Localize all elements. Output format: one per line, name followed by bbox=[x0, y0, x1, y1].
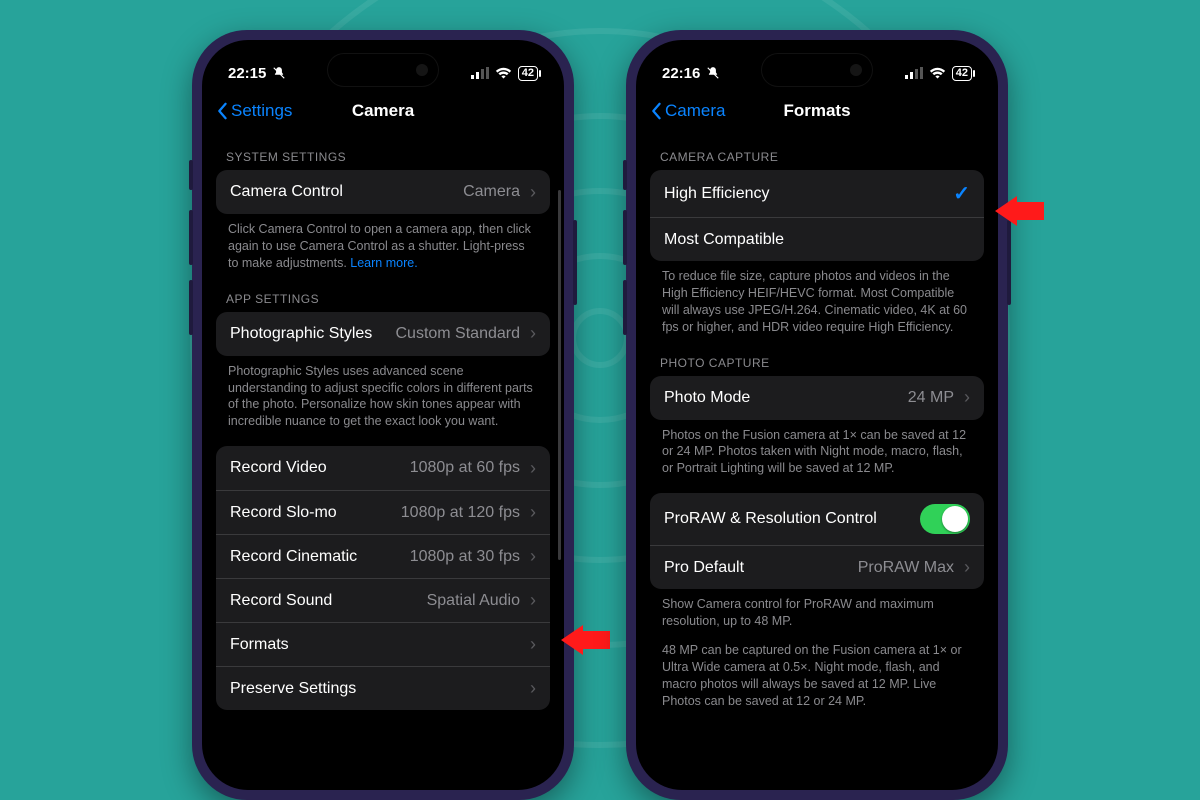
settings-content[interactable]: SYSTEM SETTINGS Camera Control Camera › C… bbox=[202, 132, 564, 790]
wifi-icon bbox=[929, 67, 946, 79]
row-photo-mode[interactable]: Photo Mode 24 MP › bbox=[650, 376, 984, 420]
back-button[interactable]: Camera bbox=[650, 101, 725, 121]
status-time: 22:16 bbox=[662, 65, 700, 82]
row-value: 1080p at 120 fps bbox=[401, 504, 520, 522]
row-record-sound[interactable]: Record Sound Spatial Audio › bbox=[216, 578, 550, 622]
row-value: Custom Standard bbox=[395, 325, 520, 343]
row-label: Preserve Settings bbox=[230, 680, 356, 698]
chevron-right-icon: › bbox=[530, 634, 536, 655]
learn-more-link[interactable]: Learn more. bbox=[350, 256, 417, 270]
row-label: Photo Mode bbox=[664, 389, 750, 407]
scroll-indicator bbox=[558, 190, 561, 560]
section-footer: Photographic Styles uses advanced scene … bbox=[216, 356, 550, 433]
row-label: Camera Control bbox=[230, 183, 343, 201]
side-button bbox=[623, 160, 627, 190]
row-label: Record Cinematic bbox=[230, 548, 357, 566]
silent-mode-icon bbox=[272, 66, 286, 80]
row-label: Record Video bbox=[230, 459, 327, 477]
row-value: Camera bbox=[463, 183, 520, 201]
row-label: High Efficiency bbox=[664, 185, 770, 203]
row-label: Record Slo-mo bbox=[230, 504, 337, 522]
row-value: 1080p at 60 fps bbox=[410, 459, 520, 477]
section-header-camera-capture: CAMERA CAPTURE bbox=[650, 132, 984, 170]
row-label: Record Sound bbox=[230, 592, 332, 610]
chevron-right-icon: › bbox=[530, 182, 536, 203]
row-pro-default[interactable]: Pro Default ProRAW Max › bbox=[650, 545, 984, 589]
row-proraw-toggle[interactable]: ProRAW & Resolution Control bbox=[650, 493, 984, 545]
annotation-arrow-high-efficiency bbox=[995, 196, 1044, 226]
row-label: Most Compatible bbox=[664, 231, 784, 249]
row-high-efficiency[interactable]: High Efficiency ✓ bbox=[650, 170, 984, 217]
row-most-compatible[interactable]: Most Compatible bbox=[650, 217, 984, 261]
battery-indicator: 42 bbox=[952, 66, 972, 81]
nav-header: Settings Camera bbox=[202, 90, 564, 132]
section-header-photo-capture: PHOTO CAPTURE bbox=[650, 338, 984, 376]
row-value: 24 MP bbox=[908, 389, 954, 407]
chevron-right-icon: › bbox=[530, 678, 536, 699]
chevron-left-icon bbox=[216, 102, 228, 120]
chevron-right-icon: › bbox=[530, 546, 536, 567]
row-camera-control[interactable]: Camera Control Camera › bbox=[216, 170, 550, 214]
side-button bbox=[573, 220, 577, 305]
back-label: Camera bbox=[665, 101, 725, 121]
silent-mode-icon bbox=[706, 66, 720, 80]
settings-content[interactable]: CAMERA CAPTURE High Efficiency ✓ Most Co… bbox=[636, 132, 998, 790]
page-title: Formats bbox=[783, 101, 850, 121]
row-label: Formats bbox=[230, 636, 289, 654]
chevron-right-icon: › bbox=[530, 323, 536, 344]
side-button bbox=[623, 210, 627, 265]
row-value: Spatial Audio bbox=[427, 592, 520, 610]
section-header-system: SYSTEM SETTINGS bbox=[216, 132, 550, 170]
row-label: Photographic Styles bbox=[230, 325, 372, 343]
toggle-on-icon[interactable] bbox=[920, 504, 970, 534]
section-header-app: APP SETTINGS bbox=[216, 274, 550, 312]
cellular-signal-icon bbox=[905, 67, 923, 79]
battery-indicator: 42 bbox=[518, 66, 538, 81]
status-time: 22:15 bbox=[228, 65, 266, 82]
side-button bbox=[1007, 220, 1011, 305]
chevron-right-icon: › bbox=[964, 557, 970, 578]
phone-formats-settings: 22:16 42 Came bbox=[626, 30, 1008, 800]
back-button[interactable]: Settings bbox=[216, 101, 292, 121]
section-footer: Photos on the Fusion camera at 1× can be… bbox=[650, 420, 984, 480]
section-footer: To reduce file size, capture photos and … bbox=[650, 261, 984, 338]
nav-header: Camera Formats bbox=[636, 90, 998, 132]
chevron-left-icon bbox=[650, 102, 662, 120]
chevron-right-icon: › bbox=[530, 458, 536, 479]
section-footer: Show Camera control for ProRAW and maxim… bbox=[650, 589, 984, 632]
wifi-icon bbox=[495, 67, 512, 79]
dynamic-island bbox=[328, 54, 438, 86]
side-button bbox=[189, 160, 193, 190]
row-label: ProRAW & Resolution Control bbox=[664, 510, 877, 528]
checkmark-icon: ✓ bbox=[953, 181, 970, 206]
row-formats[interactable]: Formats › bbox=[216, 622, 550, 666]
row-value: ProRAW Max bbox=[858, 559, 954, 577]
row-record-cinematic[interactable]: Record Cinematic 1080p at 30 fps › bbox=[216, 534, 550, 578]
chevron-right-icon: › bbox=[964, 387, 970, 408]
row-photographic-styles[interactable]: Photographic Styles Custom Standard › bbox=[216, 312, 550, 356]
section-footer: Click Camera Control to open a camera ap… bbox=[216, 214, 550, 274]
side-button bbox=[189, 210, 193, 265]
page-title: Camera bbox=[352, 101, 414, 121]
cellular-signal-icon bbox=[471, 67, 489, 79]
row-label: Pro Default bbox=[664, 559, 744, 577]
row-record-video[interactable]: Record Video 1080p at 60 fps › bbox=[216, 446, 550, 490]
side-button bbox=[189, 280, 193, 335]
chevron-right-icon: › bbox=[530, 502, 536, 523]
row-value: 1080p at 30 fps bbox=[410, 548, 520, 566]
section-footer: 48 MP can be captured on the Fusion came… bbox=[650, 632, 984, 712]
back-label: Settings bbox=[231, 101, 292, 121]
side-button bbox=[623, 280, 627, 335]
phone-camera-settings: 22:15 42 Sett bbox=[192, 30, 574, 800]
annotation-arrow-formats bbox=[561, 625, 610, 655]
row-preserve-settings[interactable]: Preserve Settings › bbox=[216, 666, 550, 710]
chevron-right-icon: › bbox=[530, 590, 536, 611]
dynamic-island bbox=[762, 54, 872, 86]
row-record-slomo[interactable]: Record Slo-mo 1080p at 120 fps › bbox=[216, 490, 550, 534]
